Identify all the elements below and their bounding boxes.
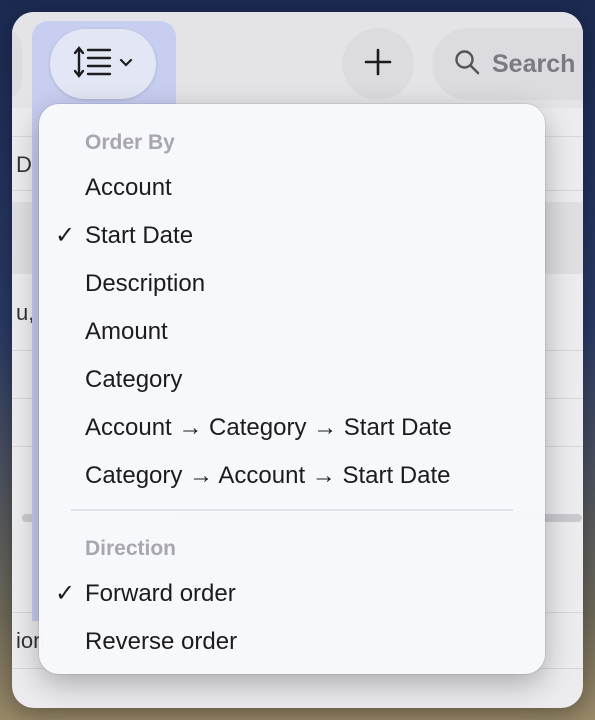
search-input[interactable]: Search [432,28,583,100]
menu-item-label: Category [85,366,183,393]
menu-item-category[interactable]: Category [39,358,545,402]
menu-item-account-category-start-date[interactable]: Account → Category → Start Date [39,406,545,450]
checkmark-icon: ✓ [55,580,76,607]
sort-dropdown-menu: Order By Account ✓ Start Date Descriptio… [39,104,545,674]
order-by-header: Order By [85,131,175,154]
menu-item-label: Account → Category → Start Date [85,414,452,441]
search-placeholder: Search [492,49,576,78]
add-button[interactable] [342,28,414,100]
sort-lines-icon [73,44,113,85]
menu-item-label: Amount [85,318,168,345]
sort-menu-button[interactable] [50,29,156,99]
menu-item-start-date[interactable]: ✓ Start Date [39,214,545,258]
menu-item-account[interactable]: Account [39,166,545,210]
menu-item-label: Start Date [85,222,194,249]
menu-item-reverse-order[interactable]: Reverse order [39,620,545,664]
menu-item-label: Description [85,270,206,297]
magnifier-icon [454,49,480,80]
menu-item-description[interactable]: Description [39,262,545,306]
menu-separator [71,509,513,511]
menu-item-forward-order[interactable]: ✓ Forward order [39,572,545,616]
chevron-down-icon [119,55,133,73]
direction-header: Direction [85,537,177,560]
menu-item-label: Category → Account → Start Date [85,462,451,489]
menu-item-label: Reverse order [85,628,238,655]
menu-item-label: Forward order [85,580,236,607]
menu-item-amount[interactable]: Amount [39,310,545,354]
plus-icon [363,47,393,82]
menu-item-category-account-start-date[interactable]: Category → Account → Start Date [39,454,545,498]
checkmark-icon: ✓ [55,222,76,249]
menu-item-label: Account [85,174,172,201]
